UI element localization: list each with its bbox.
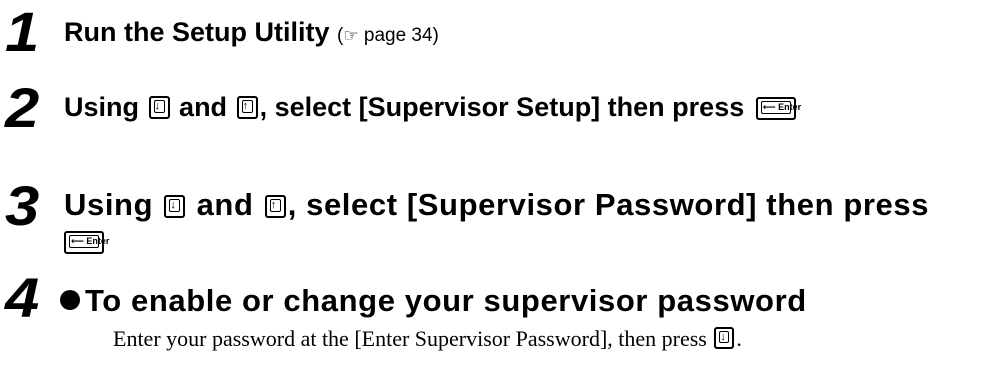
down-arrow-key-icon: ↓ (164, 195, 186, 218)
step-title-text: Run the Setup Utility (64, 17, 330, 47)
step-title: Using ↓ and ↑, select [Supervisor Passwo… (64, 187, 930, 222)
enter-key-icon: ⟵ Enter (755, 97, 801, 120)
down-arrow-key-icon: ↓ (714, 327, 735, 349)
step-number: 1 (5, 0, 40, 63)
step-title: Using ↓ and ↑, select [Supervisor Setup]… (64, 92, 802, 122)
up-arrow-key-icon: ↑ (236, 96, 258, 119)
step-body-text: Enter your password at the [Enter Superv… (113, 326, 742, 351)
step-title: Run the Setup Utility (☞ page 34) (64, 16, 439, 52)
step-title: To enable or change your supervisor pass… (60, 285, 807, 317)
step-number: 3 (5, 174, 40, 237)
pointing-hand-icon: ☞ (343, 26, 359, 45)
up-arrow-key-icon: ↑ (264, 195, 286, 218)
enter-key-icon: ⟵ Enter (64, 231, 109, 254)
step-number: 2 (5, 76, 40, 139)
down-arrow-key-icon: ↓ (148, 96, 170, 119)
bullet-icon (60, 290, 80, 310)
page-reference: (☞ page 34) (337, 25, 439, 46)
step-number: 4 (5, 266, 40, 329)
